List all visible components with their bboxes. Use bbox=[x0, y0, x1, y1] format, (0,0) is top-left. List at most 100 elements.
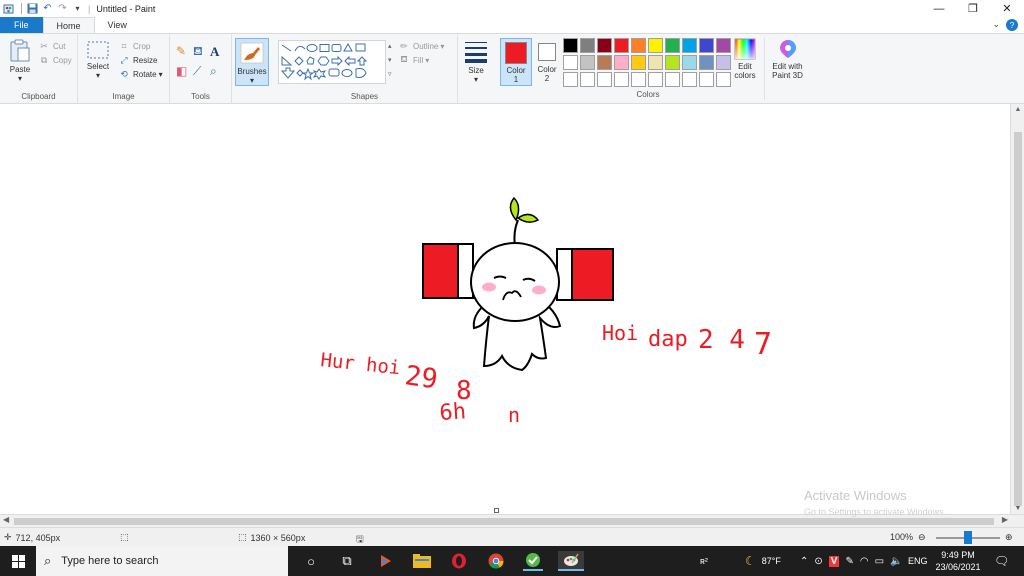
color-swatch[interactable] bbox=[597, 72, 612, 87]
crop-button[interactable]: ⌗ Crop bbox=[118, 39, 163, 53]
app-icon-green[interactable] bbox=[523, 551, 543, 571]
select-dropdown-icon[interactable]: ▾ bbox=[84, 71, 112, 80]
paint-taskbar-icon[interactable] bbox=[558, 551, 584, 571]
opera-icon[interactable] bbox=[449, 551, 469, 571]
battery-icon[interactable]: ▭ bbox=[875, 556, 884, 567]
paint-app-icon[interactable] bbox=[2, 2, 15, 15]
edit-colors-button[interactable]: Edit colors bbox=[730, 38, 760, 80]
tab-file[interactable]: File bbox=[0, 17, 43, 33]
scroll-right-icon[interactable]: ▶ bbox=[1002, 515, 1008, 524]
color1-button[interactable]: Color 1 bbox=[500, 38, 532, 86]
color-swatch[interactable] bbox=[580, 38, 595, 53]
tab-view[interactable]: View bbox=[95, 17, 140, 33]
copy-button[interactable]: ⧉ Copy bbox=[38, 53, 72, 67]
color-swatch[interactable] bbox=[648, 38, 663, 53]
notification-icon[interactable]: 🗨 bbox=[994, 546, 1009, 576]
pencil-icon[interactable]: ✎ bbox=[176, 44, 193, 64]
size-dropdown-icon[interactable]: ▾ bbox=[458, 75, 494, 84]
color-swatch[interactable] bbox=[699, 72, 714, 87]
paste-button[interactable]: Paste ▾ bbox=[6, 39, 34, 83]
save-icon[interactable] bbox=[26, 2, 39, 15]
color-swatch[interactable] bbox=[614, 72, 629, 87]
color-swatch[interactable] bbox=[699, 38, 714, 53]
color-swatch[interactable] bbox=[597, 55, 612, 70]
vertical-scrollbar[interactable]: ▲ ▼ bbox=[1010, 104, 1024, 514]
color-swatch[interactable] bbox=[631, 72, 646, 87]
undo-icon[interactable]: ↶ bbox=[41, 2, 54, 15]
weather-widget[interactable]: ☾ 87°F bbox=[745, 546, 781, 576]
fill-button[interactable]: ⛾ Fill ▾ bbox=[398, 53, 444, 67]
fill-bucket-icon[interactable]: ⛾ bbox=[193, 44, 210, 64]
edit-with-paint3d-button[interactable]: Edit with Paint 3D bbox=[764, 38, 810, 100]
outline-button[interactable]: ✏ Outline ▾ bbox=[398, 39, 444, 53]
color-swatch[interactable] bbox=[563, 72, 578, 87]
drawing-canvas[interactable]: Hur hoi 29 8 6h n Hoi dap 2 4 7 bbox=[0, 104, 1010, 514]
shapes-expand-icon[interactable]: ▿ bbox=[388, 68, 392, 82]
shapes-gallery[interactable] bbox=[278, 40, 386, 84]
chrome-icon[interactable] bbox=[486, 551, 506, 571]
brushes-button[interactable]: Brushes ▾ bbox=[235, 38, 269, 86]
color-swatch[interactable] bbox=[631, 55, 646, 70]
canvas-workspace[interactable]: Hur hoi 29 8 6h n Hoi dap 2 4 7 bbox=[0, 104, 1010, 514]
color-swatch[interactable] bbox=[682, 72, 697, 87]
color-swatch[interactable] bbox=[563, 38, 578, 53]
color-swatch[interactable] bbox=[563, 55, 578, 70]
color-swatch[interactable] bbox=[614, 38, 629, 53]
wifi-icon[interactable]: ◠ bbox=[860, 556, 869, 567]
resize-button[interactable]: ⤢ Resize bbox=[118, 53, 163, 67]
cortana-icon[interactable]: ○ bbox=[301, 551, 321, 571]
vertical-scroll-thumb[interactable] bbox=[1014, 132, 1022, 506]
eraser-icon[interactable]: ◧ bbox=[176, 64, 193, 84]
file-explorer-icon[interactable] bbox=[412, 551, 432, 571]
canvas-resize-handle-bottom[interactable] bbox=[494, 508, 499, 513]
color-swatch[interactable] bbox=[665, 55, 680, 70]
brushes-dropdown-icon[interactable]: ▾ bbox=[236, 76, 268, 85]
qat-customize-icon[interactable]: ▾ bbox=[71, 2, 84, 15]
language-indicator[interactable]: ENG bbox=[908, 546, 928, 576]
tab-home[interactable]: Home bbox=[42, 17, 95, 33]
scroll-left-icon[interactable]: ◀ bbox=[3, 515, 9, 524]
keyboard-indicator[interactable]: ʀ² bbox=[700, 546, 708, 576]
color-swatch[interactable] bbox=[648, 72, 663, 87]
horizontal-scroll-thumb[interactable] bbox=[14, 518, 994, 525]
pen-icon[interactable]: ✎ bbox=[845, 556, 853, 567]
text-tool-icon[interactable]: A bbox=[210, 44, 227, 64]
size-button[interactable]: Size ▾ bbox=[458, 38, 494, 84]
color-picker-icon[interactable]: ⟋ bbox=[193, 64, 210, 84]
paste-dropdown-icon[interactable]: ▾ bbox=[6, 74, 34, 83]
scroll-up-icon[interactable]: ▲ bbox=[1011, 106, 1024, 113]
volume-icon[interactable]: 🔈 bbox=[890, 556, 902, 567]
help-icon[interactable]: ? bbox=[1006, 19, 1018, 31]
rotate-dropdown-icon[interactable]: ▾ bbox=[159, 70, 163, 79]
color-swatch[interactable] bbox=[597, 38, 612, 53]
redo-icon[interactable]: ↷ bbox=[56, 2, 69, 15]
cut-button[interactable]: ✂ Cut bbox=[38, 39, 72, 53]
color-swatch[interactable] bbox=[631, 38, 646, 53]
task-view-icon[interactable]: ⧉ bbox=[337, 551, 357, 571]
magnifier-icon[interactable]: ⌕ bbox=[210, 64, 227, 84]
color-swatch[interactable] bbox=[580, 72, 595, 87]
app-icon-1[interactable] bbox=[376, 551, 396, 571]
minimize-button[interactable]: — bbox=[922, 0, 956, 17]
clock[interactable]: 9:49 PM 23/06/2021 bbox=[932, 549, 984, 573]
color-swatch[interactable] bbox=[665, 72, 680, 87]
color-swatch[interactable] bbox=[716, 38, 731, 53]
start-button[interactable] bbox=[0, 546, 36, 576]
rotate-button[interactable]: ⟲ Rotate ▾ bbox=[118, 67, 163, 81]
color-swatch[interactable] bbox=[648, 55, 663, 70]
color-swatch[interactable] bbox=[614, 55, 629, 70]
shapes-scroll-up-icon[interactable]: ▴ bbox=[388, 40, 392, 54]
color-swatch[interactable] bbox=[716, 55, 731, 70]
scroll-down-icon[interactable]: ▼ bbox=[1011, 505, 1024, 512]
collapse-ribbon-icon[interactable]: ⌄ bbox=[992, 19, 1000, 30]
shapes-scroll-down-icon[interactable]: ▾ bbox=[388, 54, 392, 68]
tray-vivaldi-icon[interactable]: V bbox=[828, 555, 840, 567]
restore-button[interactable]: ❐ bbox=[956, 0, 990, 17]
zoom-out-button[interactable]: ⊖ bbox=[918, 532, 926, 543]
color-swatch[interactable] bbox=[682, 38, 697, 53]
zoom-slider-thumb[interactable] bbox=[964, 531, 972, 544]
color-swatch[interactable] bbox=[665, 38, 680, 53]
tray-app-icon[interactable]: ⊙ bbox=[814, 556, 822, 567]
show-hidden-icons[interactable]: ⌃ bbox=[800, 556, 808, 567]
color-swatch[interactable] bbox=[580, 55, 595, 70]
